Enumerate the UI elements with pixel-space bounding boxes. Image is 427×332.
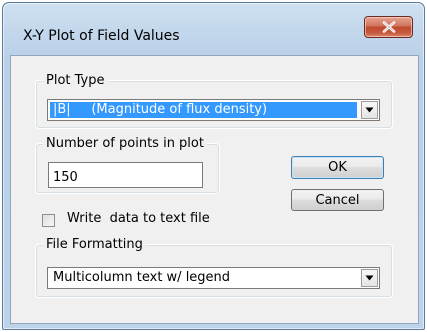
num-points-input[interactable] (48, 162, 203, 188)
cancel-button[interactable]: Cancel (291, 189, 384, 211)
file-formatting-dropdown[interactable]: Multicolumn text w/ legend (47, 267, 380, 289)
plot-type-dropdown[interactable]: |B| (Magnitude of flux density) (47, 99, 380, 121)
file-formatting-group: File Formatting Multicolumn text w/ lege… (36, 237, 392, 297)
plot-type-dropdown-button[interactable] (361, 101, 378, 119)
file-formatting-dropdown-button[interactable] (361, 269, 378, 287)
write-data-label[interactable]: Write data to text file (67, 211, 210, 226)
chevron-down-icon (365, 275, 374, 281)
plot-type-selected-value: |B| (Magnitude of flux density) (50, 102, 357, 118)
close-button[interactable] (364, 16, 413, 38)
plot-type-group: Plot Type |B| (Magnitude of flux density… (36, 73, 392, 128)
plot-type-legend: Plot Type (43, 73, 108, 89)
ok-button[interactable]: OK (291, 156, 384, 179)
dialog-window: X-Y Plot of Field Values Plot Type |B| (… (2, 2, 425, 330)
write-data-checkbox[interactable] (42, 214, 55, 227)
chevron-down-icon (365, 107, 374, 113)
file-formatting-legend: File Formatting (43, 237, 146, 253)
dialog-client-area: Plot Type |B| (Magnitude of flux density… (10, 55, 419, 324)
file-formatting-selected-value: Multicolumn text w/ legend (53, 270, 231, 285)
close-x-icon (382, 21, 395, 33)
window-title: X-Y Plot of Field Values (23, 28, 180, 44)
num-points-legend: Number of points in plot (43, 136, 207, 152)
num-points-group: Number of points in plot (36, 136, 219, 193)
